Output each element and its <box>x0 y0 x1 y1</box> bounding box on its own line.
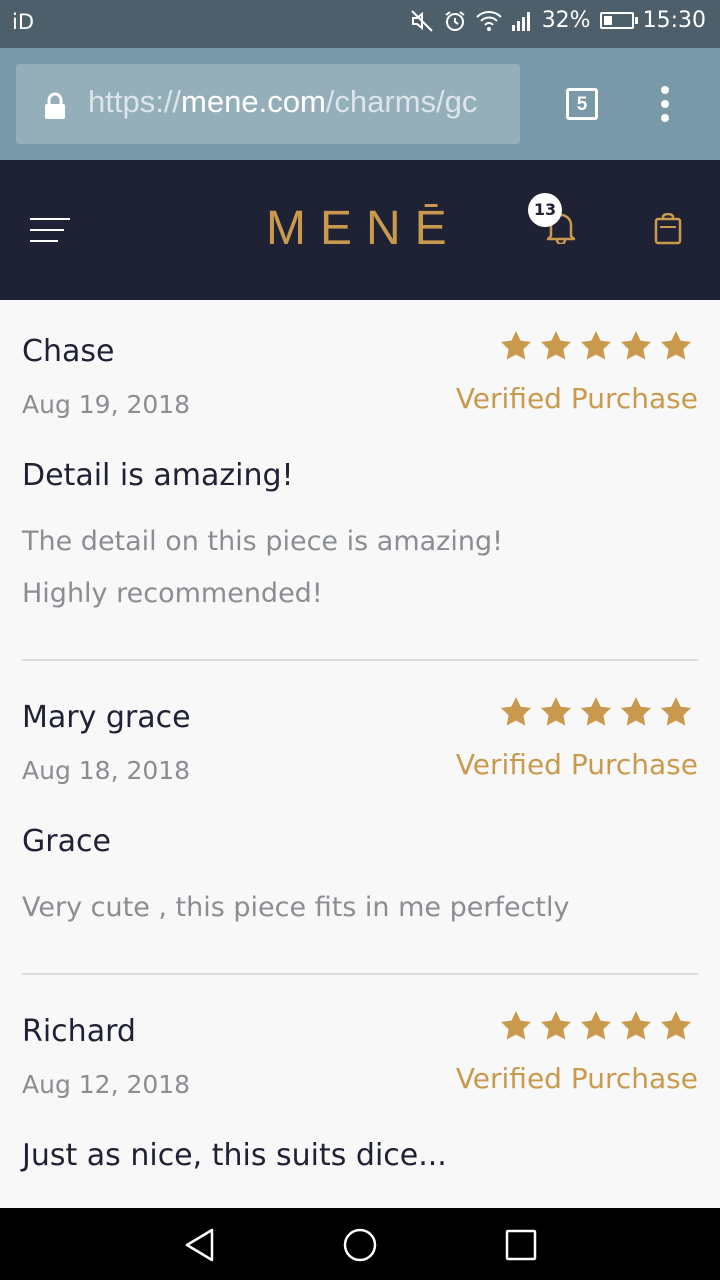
star-icon <box>501 331 531 360</box>
reviewer-name: Richard <box>22 1014 136 1049</box>
url-text: https://mene.com/charms/gc <box>88 84 508 120</box>
overflow-menu-icon[interactable] <box>655 86 675 126</box>
status-bar: iD 32% 15:30 <box>0 0 720 48</box>
back-icon[interactable] <box>184 1228 216 1262</box>
star-icon <box>581 697 611 726</box>
url-field[interactable]: https://mene.com/charms/gc <box>16 64 520 144</box>
review-body: Very cute , this piece fits in me perfec… <box>22 892 570 923</box>
reviewer-name: Chase <box>22 334 115 369</box>
review-body: The detail on this piece is amazing! Hig… <box>22 526 503 609</box>
star-icon <box>581 331 611 360</box>
shopping-bag-icon[interactable] <box>654 213 682 245</box>
tab-switcher-button[interactable]: 5 <box>566 88 598 120</box>
url-path: /charms/gc <box>325 84 478 119</box>
notification-count-badge: 13 <box>528 193 562 227</box>
divider <box>22 973 698 975</box>
star-icon <box>661 697 691 726</box>
star-icon <box>541 1011 571 1040</box>
lock-icon <box>45 92 65 119</box>
star-icon <box>581 1011 611 1040</box>
verified-purchase-label: Verified Purchase <box>455 382 698 415</box>
divider <box>22 659 698 661</box>
battery-icon <box>599 12 638 29</box>
browser-toolbar: https://mene.com/charms/gc 5 <box>0 48 720 160</box>
star-icon <box>661 1011 691 1040</box>
recents-icon[interactable] <box>505 1229 537 1261</box>
url-scheme: https:// <box>88 84 182 119</box>
star-rating <box>500 330 692 362</box>
review-title: Grace <box>22 824 111 859</box>
star-icon <box>661 331 691 360</box>
system-nav-bar <box>0 1208 720 1280</box>
review-title: Just as nice, this suits dice... <box>22 1138 447 1173</box>
url-host: mene.com <box>181 84 326 119</box>
star-icon <box>621 697 651 726</box>
wifi-icon <box>475 10 502 31</box>
verified-purchase-label: Verified Purchase <box>455 748 698 781</box>
review-date: Aug 19, 2018 <box>22 390 191 419</box>
clock: 15:30 <box>642 8 706 33</box>
star-icon <box>621 331 651 360</box>
mute-icon <box>410 9 433 32</box>
star-rating <box>500 1010 692 1042</box>
reviewer-name: Mary grace <box>22 700 191 735</box>
signal-icon <box>511 11 530 31</box>
brand-logo[interactable]: MENĒ <box>266 198 456 250</box>
review-date: Aug 12, 2018 <box>22 1070 191 1099</box>
brand-logo-text: MENĒ <box>266 202 456 250</box>
alarm-icon <box>445 10 465 31</box>
review-title: Detail is amazing! <box>22 458 294 493</box>
carrier-label: iD <box>12 10 35 34</box>
star-icon <box>541 331 571 360</box>
review-date: Aug 18, 2018 <box>22 756 191 785</box>
star-icon <box>541 697 571 726</box>
verified-purchase-label: Verified Purchase <box>455 1062 698 1095</box>
star-icon <box>501 697 531 726</box>
star-rating <box>500 696 692 728</box>
star-icon <box>621 1011 651 1040</box>
hamburger-menu-icon[interactable] <box>30 218 70 244</box>
home-icon[interactable] <box>342 1227 378 1263</box>
star-icon <box>501 1011 531 1040</box>
battery-percent: 32% <box>541 8 591 33</box>
